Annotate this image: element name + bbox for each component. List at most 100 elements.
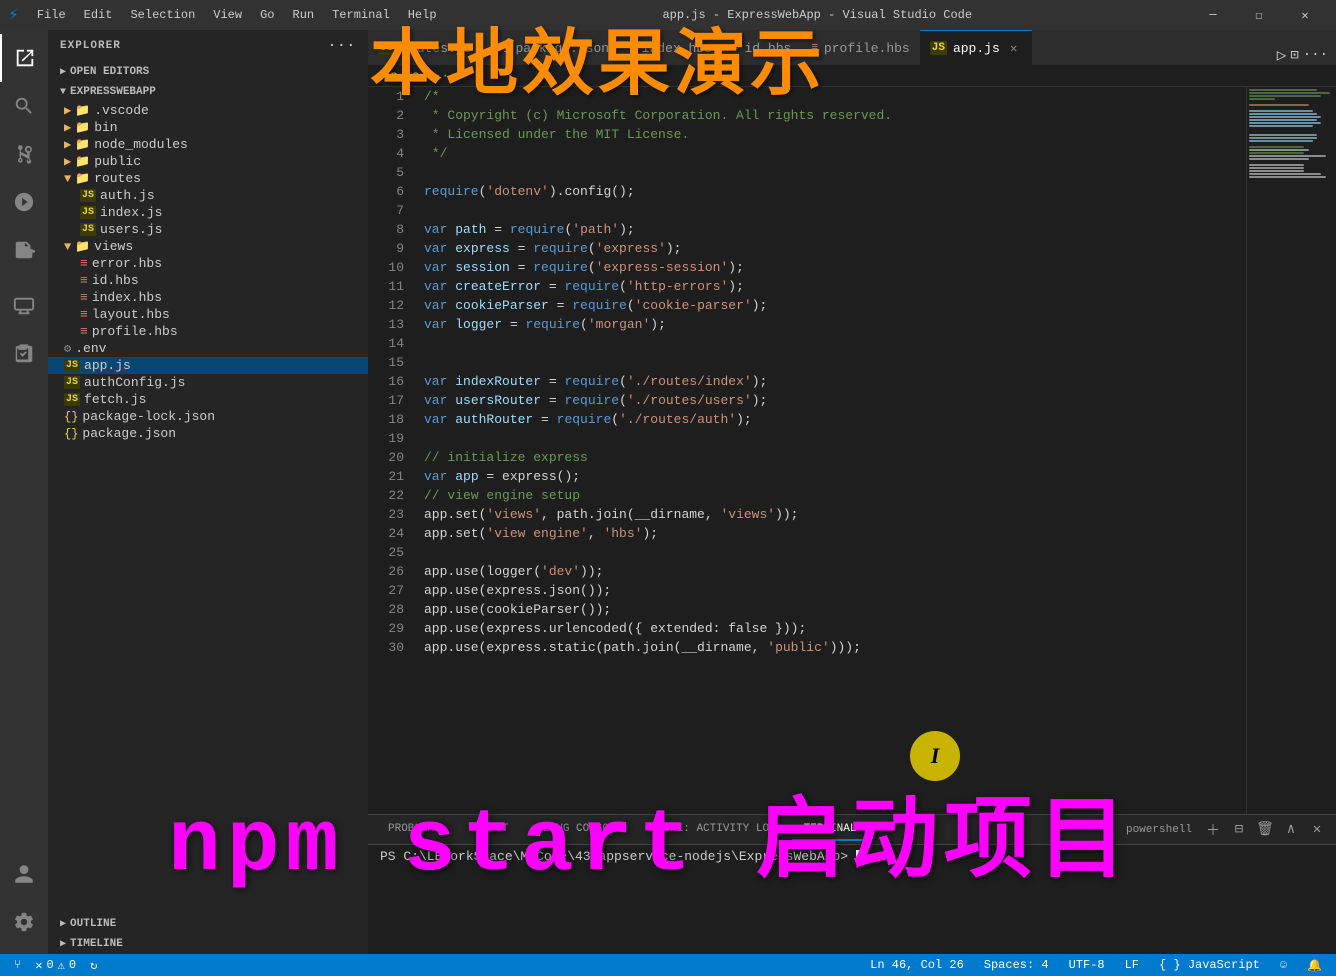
file-tree-item-error-hbs[interactable]: ≡error.hbs [48,255,368,272]
close-button[interactable]: ✕ [1282,0,1328,30]
tab-index-hbs-label: index.hbs [642,41,712,56]
sidebar-more-actions[interactable]: ··· [328,38,356,54]
line-num-23: 23 [376,505,404,524]
panel-maximize-icon[interactable]: ∧ [1280,819,1302,841]
tab-profile-hbs[interactable]: ≡ profile.hbs [801,30,919,65]
folder-chevron: 📁 [75,154,90,169]
file-tree-item-package-json[interactable]: {}package.json [48,425,368,442]
menu-view[interactable]: View [205,4,250,26]
spaces[interactable]: Spaces: 4 [978,954,1055,976]
panel-tab-azure[interactable]: AZURE: ACTIVITY LOG [638,819,787,841]
sync-button[interactable]: ↻ [84,954,103,976]
more-actions-icon[interactable]: ··· [1303,47,1328,63]
activity-search[interactable] [0,82,48,130]
tab-package-json[interactable]: { } package.json [481,30,619,65]
code-editor[interactable]: 1234567891011121314151617181920212223242… [368,87,1336,814]
git-branch[interactable]: ⑂ [8,954,27,976]
menu-terminal[interactable]: Terminal [324,4,398,26]
menu-go[interactable]: Go [252,4,282,26]
outline-section[interactable]: ▶ OUTLINE [48,914,368,934]
activity-remote-explorer[interactable] [0,282,48,330]
breadcrumb-file[interactable]: app.js [376,69,419,83]
panel-tab-output[interactable]: OUTPUT [457,819,521,841]
open-editors-section[interactable]: ▶ OPEN EDITORS [48,62,368,82]
file-tree-item-public[interactable]: ▶📁public [48,153,368,170]
tab-id-hbs[interactable]: ≡ id.hbs [722,30,801,65]
file-tree-item--vscode[interactable]: ▶📁.vscode [48,102,368,119]
file-tree-item-auth-js[interactable]: JSauth.js [48,187,368,204]
file-tree-item-layout-hbs[interactable]: ≡layout.hbs [48,306,368,323]
panel-tab-terminal[interactable]: TERMINAL [792,819,869,841]
file-tree-item-node_modules[interactable]: ▶📁node_modules [48,136,368,153]
activity-explorer[interactable] [0,34,48,82]
menu-file[interactable]: File [29,4,74,26]
file-tree-item-index-js[interactable]: JSindex.js [48,204,368,221]
line-num-24: 24 [376,524,404,543]
timeline-section[interactable]: ▶ TIMELINE [48,934,368,954]
menu-run[interactable]: Run [285,4,323,26]
activity-test[interactable] [0,330,48,378]
file-tree-item-app-js[interactable]: JSapp.js [48,357,368,374]
folder-icon: ▼ [64,172,71,186]
errors-warnings[interactable]: ✕ 0 ⚠ 0 [29,954,82,976]
window-title: app.js - ExpressWebApp - Visual Studio C… [455,8,1180,22]
terminal-content[interactable]: PS C:\LBWorkSpace\MyCode\43-appservice-n… [368,845,1336,954]
line-num-17: 17 [376,391,404,410]
tab-routes[interactable]: JS routes.js [368,30,481,65]
feedback-icon[interactable]: ☺ [1274,954,1293,976]
file-label: public [94,154,141,169]
encoding[interactable]: UTF-8 [1063,954,1111,976]
panel: PROBLEMS OUTPUT DEBUG CONSOLE AZURE: ACT… [368,814,1336,954]
kill-terminal-icon[interactable]: 🗑 [1254,819,1276,841]
panel-tab-problems[interactable]: PROBLEMS [376,819,453,841]
line-num-9: 9 [376,239,404,258]
tab-close-app-js[interactable]: ✕ [1006,40,1022,56]
file-tree-item-index-hbs[interactable]: ≡index.hbs [48,289,368,306]
error-icon: ✕ [35,958,42,973]
code-line-27: app.use(express.json()); [424,581,1238,600]
sidebar-bottom: ▶ OUTLINE ▶ TIMELINE [48,914,368,954]
language[interactable]: { } JavaScript [1153,954,1266,976]
project-chevron: ▼ [60,87,66,98]
panel-close-icon[interactable]: ✕ [1306,819,1328,841]
file-tree-item-package-lock-json[interactable]: {}package-lock.json [48,408,368,425]
split-editor-icon[interactable]: ⊡ [1290,47,1298,64]
project-section[interactable]: ▼ EXPRESSWEBAPP [48,82,368,102]
file-tree-item-profile-hbs[interactable]: ≡profile.hbs [48,323,368,340]
activity-source-control[interactable] [0,130,48,178]
line-num-4: 4 [376,144,404,163]
split-terminal-icon[interactable]: ⊟ [1228,819,1250,841]
maximize-button[interactable]: ☐ [1236,0,1282,30]
panel-tab-debug[interactable]: DEBUG CONSOLE [524,819,634,841]
minimize-button[interactable]: ─ [1190,0,1236,30]
menu-help[interactable]: Help [400,4,445,26]
file-tree-item-routes[interactable]: ▼📁routes [48,170,368,187]
open-editors-chevron: ▶ [60,66,66,78]
run-icon[interactable]: ▷ [1277,45,1287,65]
tab-app-js[interactable]: JS app.js ✕ [920,30,1032,65]
activity-accounts[interactable] [0,850,48,898]
file-tree-item-users-js[interactable]: JSusers.js [48,221,368,238]
file-tree-item-views[interactable]: ▼📁views [48,238,368,255]
file-tree-item-bin[interactable]: ▶📁bin [48,119,368,136]
file-tree-item-fetch-js[interactable]: JSfetch.js [48,391,368,408]
activity-settings[interactable] [0,898,48,946]
file-tree-item--env[interactable]: ⚙.env [48,340,368,357]
notifications-icon[interactable]: 🔔 [1301,954,1328,976]
file-tree-item-id-hbs[interactable]: ≡id.hbs [48,272,368,289]
timeline-label: TIMELINE [70,938,123,950]
file-label: authConfig.js [84,375,185,390]
activity-run-debug[interactable] [0,178,48,226]
cursor-position[interactable]: Ln 46, Col 26 [864,954,970,976]
text-cursor-indicator: I [910,731,960,781]
menu-edit[interactable]: Edit [76,4,121,26]
code-content[interactable]: /* * Copyright (c) Microsoft Corporation… [416,87,1246,814]
menu-selection[interactable]: Selection [122,4,203,26]
sync-icon: ↻ [90,958,97,973]
line-ending[interactable]: LF [1119,954,1145,976]
file-tree-item-authConfig-js[interactable]: JSauthConfig.js [48,374,368,391]
code-line-25 [424,543,1238,562]
activity-extensions[interactable] [0,226,48,274]
add-terminal-icon[interactable]: ＋ [1202,819,1224,841]
tab-index-hbs[interactable]: ≡ index.hbs [619,30,722,65]
